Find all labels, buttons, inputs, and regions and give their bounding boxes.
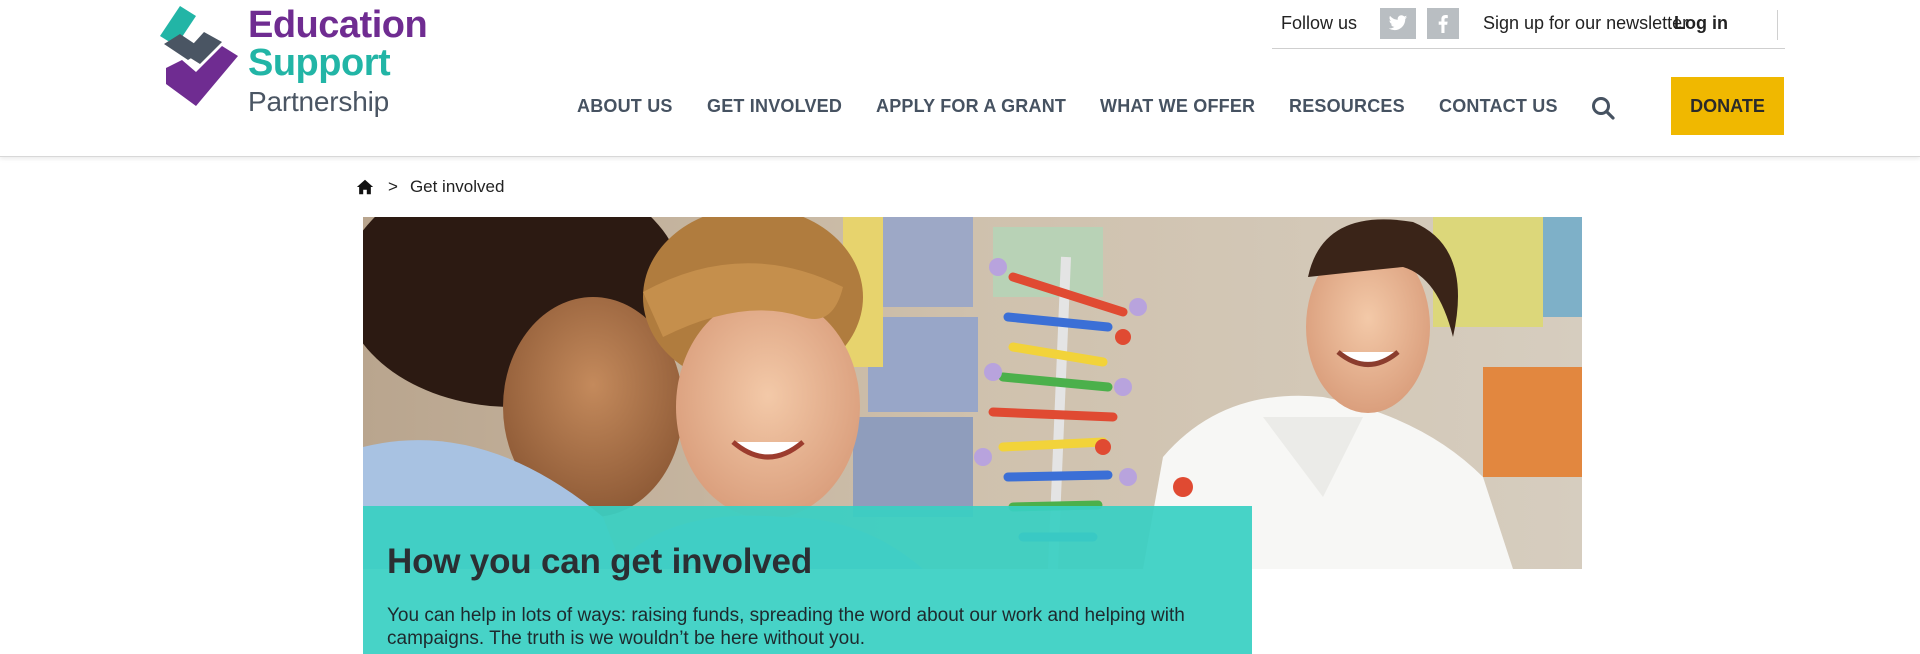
donate-button[interactable]: DONATE <box>1671 77 1784 135</box>
divider <box>1777 10 1778 40</box>
search-icon[interactable] <box>1590 95 1616 121</box>
breadcrumb-separator: > <box>388 177 398 196</box>
logo-line-education: Education <box>248 4 428 46</box>
nav-item-about-us[interactable]: ABOUT US <box>577 96 673 117</box>
logo-line-support: Support <box>248 42 391 84</box>
site-header: Education Support Partnership Follow us … <box>0 0 1920 157</box>
breadcrumb-current: Get involved <box>409 177 505 196</box>
newsletter-link[interactable]: Sign up for our newsletter <box>1483 13 1688 34</box>
page-title: How you can get involved <box>387 542 812 581</box>
breadcrumb: > Get involved <box>356 176 504 198</box>
logo[interactable]: Education Support Partnership <box>160 6 430 122</box>
facebook-icon[interactable] <box>1427 8 1459 39</box>
nav-item-what-we-offer[interactable]: WHAT WE OFFER <box>1100 96 1255 117</box>
utility-bar: Follow us Sign up for our newsletter Log… <box>1272 4 1785 49</box>
nav-item-contact-us[interactable]: CONTACT US <box>1439 96 1558 117</box>
logo-line-partnership: Partnership <box>248 86 389 117</box>
twitter-icon[interactable] <box>1380 8 1416 39</box>
follow-label: Follow us <box>1281 13 1358 33</box>
home-icon[interactable] <box>356 178 374 196</box>
logo-mark-icon <box>160 6 238 106</box>
logo-wordmark: Education Support Partnership <box>248 4 428 122</box>
nav-item-get-involved[interactable]: GET INVOLVED <box>707 96 842 117</box>
login-link[interactable]: Log in <box>1674 13 1728 34</box>
nav-item-apply-for-a-grant[interactable]: APPLY FOR A GRANT <box>876 96 1066 117</box>
nav-item-resources[interactable]: RESOURCES <box>1289 96 1405 117</box>
hero-overlay: How you can get involved You can help in… <box>363 506 1252 654</box>
hero-intro-text: You can help in lots of ways: raising fu… <box>387 605 1185 649</box>
